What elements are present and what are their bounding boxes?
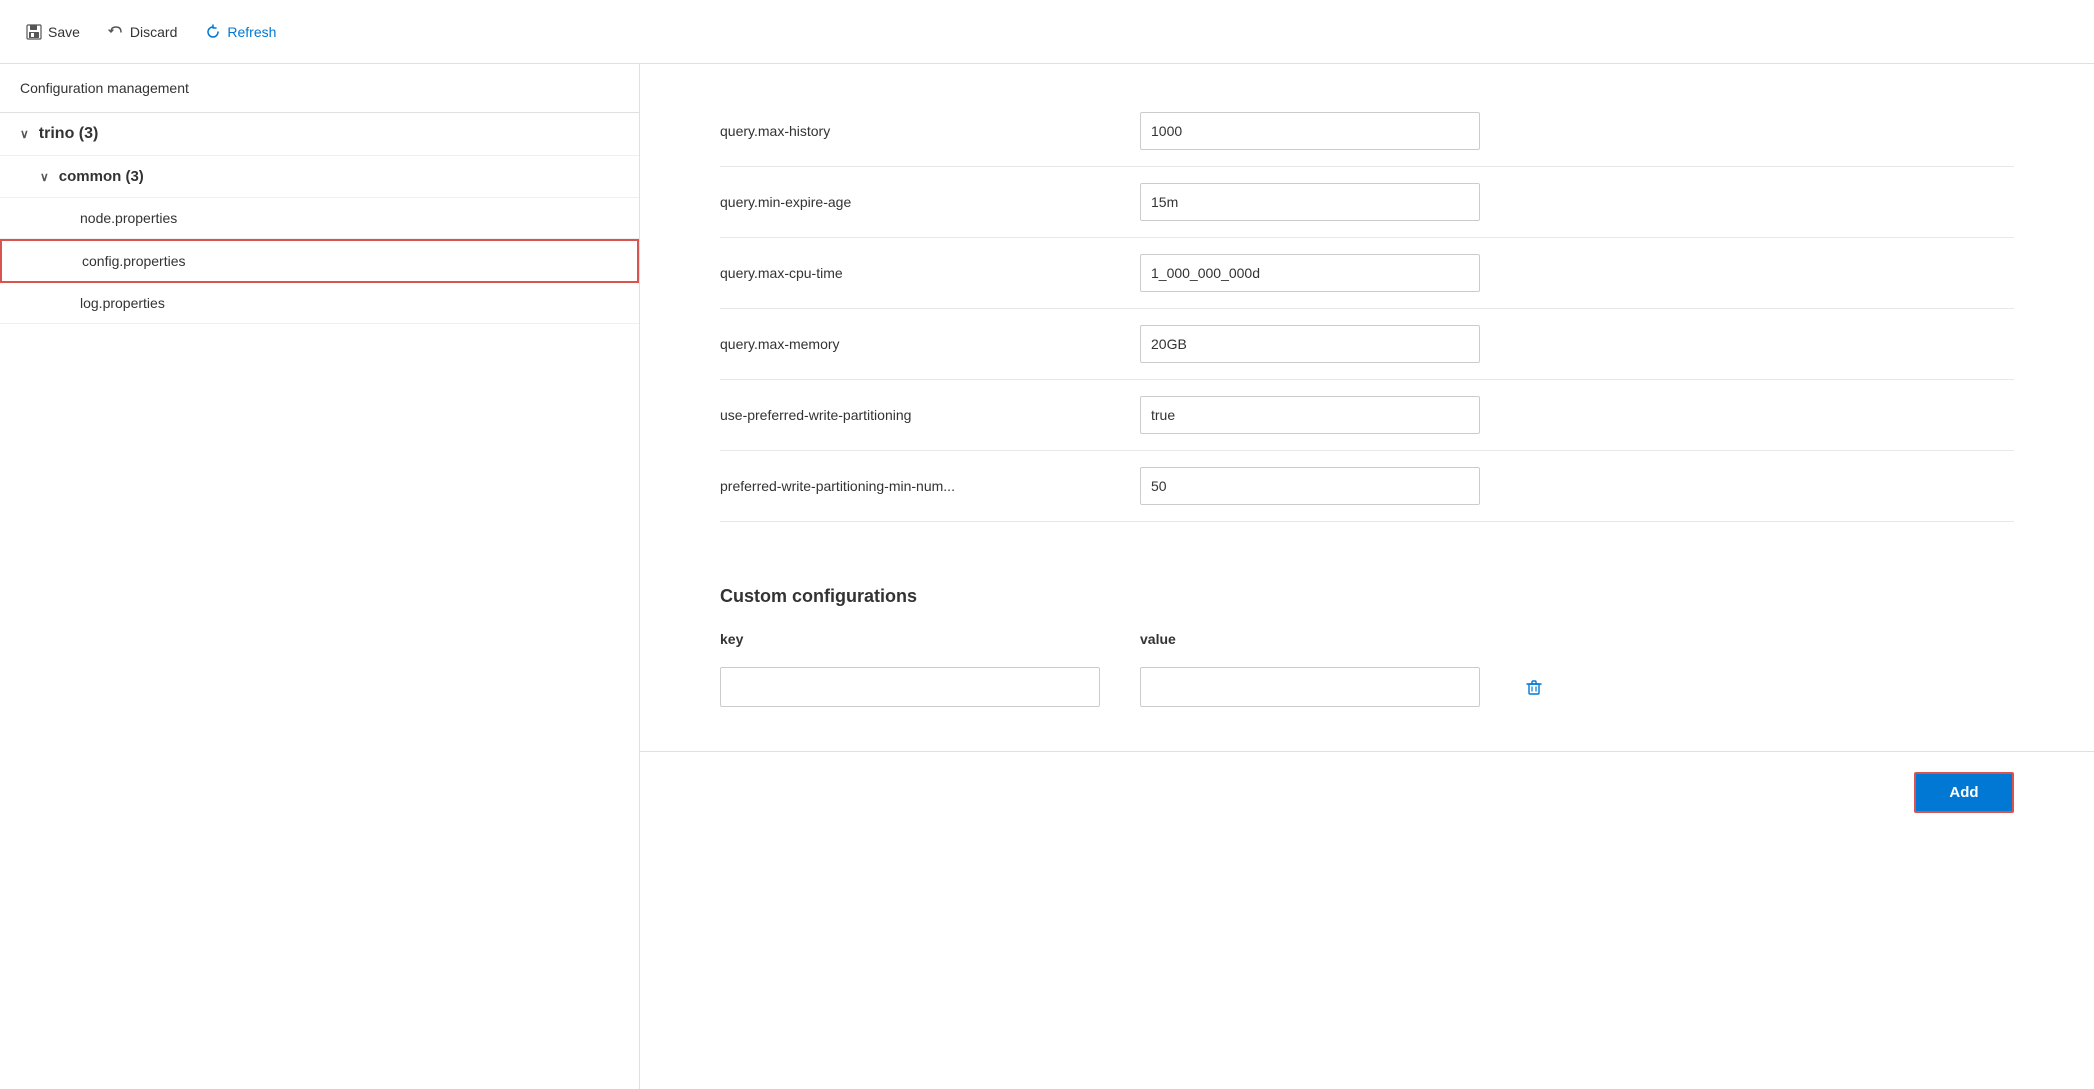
config-value-input-0[interactable] <box>1140 112 1480 150</box>
config-key-5: preferred-write-partitioning-min-num... <box>720 478 1100 494</box>
add-button-row: Add <box>640 751 2094 845</box>
sidebar-item-config-properties[interactable]: config.properties <box>0 239 639 283</box>
config-key-0: query.max-history <box>720 123 1100 139</box>
config-key-4: use-preferred-write-partitioning <box>720 407 1100 423</box>
sidebar-item-node-properties-label: node.properties <box>80 210 177 226</box>
config-row: use-preferred-write-partitioning <box>720 380 2014 451</box>
config-value-input-3[interactable] <box>1140 325 1480 363</box>
refresh-label: Refresh <box>227 24 276 40</box>
save-button[interactable]: Save <box>16 18 90 46</box>
chevron-common-icon: ∨ <box>40 170 49 184</box>
config-rows-container: query.max-history query.min-expire-age que… <box>720 96 2014 522</box>
delete-row-button[interactable] <box>1520 673 1548 701</box>
add-button[interactable]: Add <box>1914 772 2014 813</box>
trash-icon <box>1524 677 1544 697</box>
config-row: query.min-expire-age <box>720 167 2014 238</box>
refresh-button[interactable]: Refresh <box>195 18 286 46</box>
config-value-input-1[interactable] <box>1140 183 1480 221</box>
config-value-input-2[interactable] <box>1140 254 1480 292</box>
custom-key-input[interactable] <box>720 667 1100 707</box>
discard-icon <box>108 24 124 40</box>
sidebar-item-log-properties[interactable]: log.properties <box>0 283 639 324</box>
custom-value-header: value <box>1140 631 1176 647</box>
sidebar-item-trino[interactable]: ∨ trino (3) <box>0 113 639 156</box>
sidebar-item-node-properties[interactable]: node.properties <box>0 198 639 239</box>
custom-value-input[interactable] <box>1140 667 1480 707</box>
sidebar: Configuration management ∨ trino (3) ∨ c… <box>0 64 640 1089</box>
custom-configurations-section: Custom configurations key value <box>640 554 2094 751</box>
sidebar-item-trino-label: trino (3) <box>39 125 99 143</box>
refresh-icon <box>205 24 221 40</box>
discard-button[interactable]: Discard <box>98 18 187 46</box>
custom-table-header: key value <box>720 631 2014 655</box>
config-key-1: query.min-expire-age <box>720 194 1100 210</box>
content-area: query.max-history query.min-expire-age que… <box>640 64 2094 1089</box>
toolbar: Save Discard Refresh <box>0 0 2094 64</box>
config-row: query.max-history <box>720 96 2014 167</box>
config-value-input-4[interactable] <box>1140 396 1480 434</box>
config-section: query.max-history query.min-expire-age que… <box>640 64 2094 554</box>
custom-configurations-title: Custom configurations <box>720 586 2014 607</box>
save-icon <box>26 24 42 40</box>
config-key-2: query.max-cpu-time <box>720 265 1100 281</box>
save-label: Save <box>48 24 80 40</box>
sidebar-item-common-label: common (3) <box>59 168 144 185</box>
custom-key-header: key <box>720 631 1100 647</box>
sidebar-item-common[interactable]: ∨ common (3) <box>0 156 639 198</box>
config-row: query.max-cpu-time <box>720 238 2014 309</box>
sidebar-item-config-properties-label: config.properties <box>82 253 186 269</box>
config-value-input-5[interactable] <box>1140 467 1480 505</box>
main-layout: Configuration management ∨ trino (3) ∨ c… <box>0 64 2094 1089</box>
config-row: query.max-memory <box>720 309 2014 380</box>
sidebar-title: Configuration management <box>0 64 639 113</box>
sidebar-item-log-properties-label: log.properties <box>80 295 165 311</box>
discard-label: Discard <box>130 24 177 40</box>
custom-row <box>720 655 2014 719</box>
config-row: preferred-write-partitioning-min-num... <box>720 451 2014 522</box>
config-key-3: query.max-memory <box>720 336 1100 352</box>
chevron-trino-icon: ∨ <box>20 127 29 141</box>
